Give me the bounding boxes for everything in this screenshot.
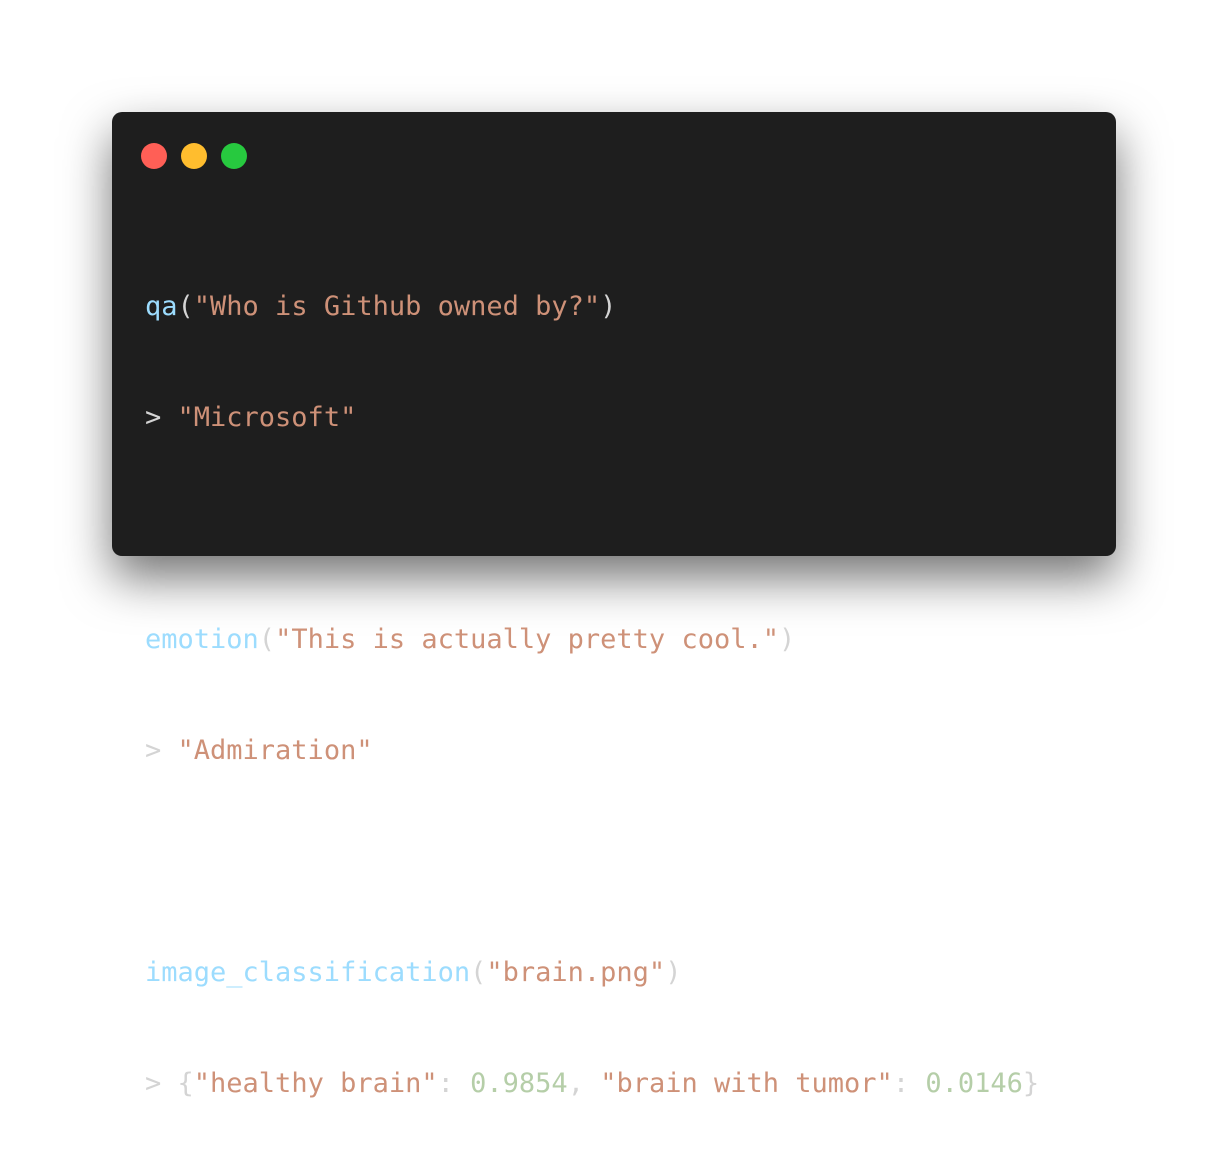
code-line-image-classification-result: > {"healthy brain": 0.9854, "brain with … <box>145 1065 1039 1102</box>
result-prompt: > <box>145 1068 178 1099</box>
paren-close: ) <box>778 624 796 655</box>
result-prompt: > <box>145 735 178 766</box>
colon: : <box>892 1068 926 1099</box>
window-controls <box>141 143 247 169</box>
code-window: qa("Who is Github owned by?") > "Microso… <box>112 112 1116 1099</box>
paren-open: ( <box>470 957 487 988</box>
paren-close: ) <box>665 957 682 988</box>
comma: , <box>567 1068 601 1099</box>
minimize-button[interactable] <box>181 143 207 169</box>
result-string: "Admiration" <box>177 735 373 766</box>
string-arg: "Who is Github owned by?" <box>193 291 601 322</box>
result-key-tumor: "brain with tumor" <box>600 1068 893 1099</box>
code-block: qa("Who is Github owned by?") > "Microso… <box>145 214 1039 1176</box>
code-line-emotion-result: > "Admiration" <box>145 732 1039 769</box>
function-name: image_classification <box>145 957 471 988</box>
result-key-healthy: "healthy brain" <box>193 1068 438 1099</box>
result-prompt: > <box>145 402 178 433</box>
code-line-qa-result: > "Microsoft" <box>145 399 1039 436</box>
colon: : <box>437 1068 471 1099</box>
close-button[interactable] <box>141 143 167 169</box>
brace-close: } <box>1022 1068 1040 1099</box>
brace-open: { <box>177 1068 194 1099</box>
code-line-image-classification-call: image_classification("brain.png") <box>145 954 1039 991</box>
paren-close: ) <box>600 291 617 322</box>
result-value-healthy: 0.9854 <box>470 1068 568 1099</box>
result-value-tumor: 0.0146 <box>925 1068 1023 1099</box>
result-string: "Microsoft" <box>177 402 357 433</box>
code-line-emotion-call: emotion("This is actually pretty cool.") <box>145 621 1039 658</box>
function-name: emotion <box>145 624 259 655</box>
maximize-button[interactable] <box>221 143 247 169</box>
paren-open: ( <box>177 291 194 322</box>
code-line-qa-call: qa("Who is Github owned by?") <box>145 288 1039 325</box>
string-arg: "brain.png" <box>486 957 666 988</box>
paren-open: ( <box>258 624 276 655</box>
function-name: qa <box>145 291 178 322</box>
string-arg: "This is actually pretty cool." <box>275 624 779 655</box>
